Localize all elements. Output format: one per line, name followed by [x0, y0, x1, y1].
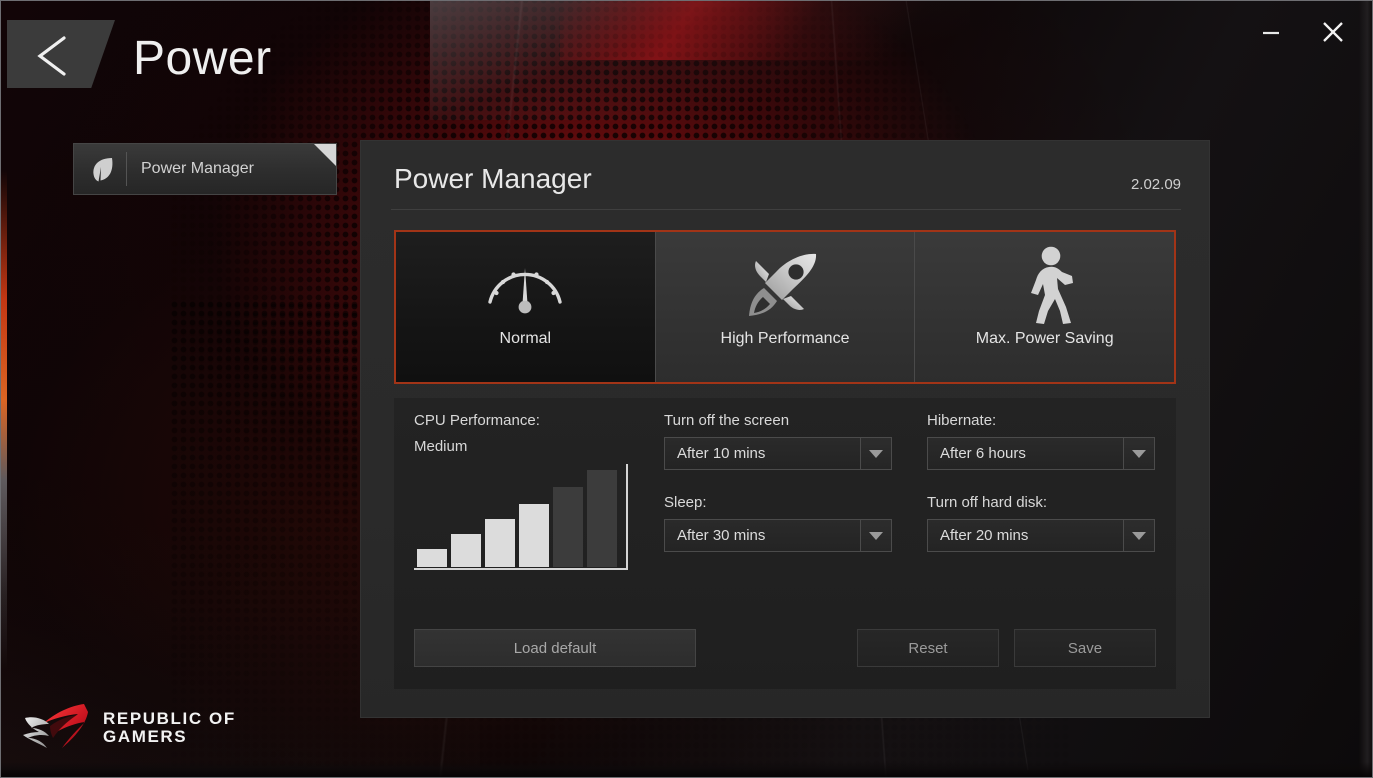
cpu-performance-block: CPU Performance: Medium [414, 412, 642, 570]
cpu-performance-value: Medium [414, 438, 468, 455]
dropdown-value-turn-off-screen: After 10 mins [677, 445, 766, 462]
sidebar: Power Manager [73, 143, 337, 195]
dropdown-value-hibernate: After 6 hours [940, 445, 1026, 462]
background-bottom-edge [0, 762, 1373, 778]
close-icon [1323, 22, 1343, 42]
power-manager-window: Power Power Manager Power Manager 2.02.0… [0, 0, 1373, 778]
chevron-down-icon[interactable] [860, 520, 891, 551]
dropdown-value-sleep: After 30 mins [677, 527, 766, 544]
mode-label-high-performance: High Performance [720, 330, 850, 347]
rog-wordmark: REPUBLIC OF GAMERS [103, 710, 236, 746]
minimize-icon [1263, 31, 1279, 35]
cpu-chart-x-axis [414, 568, 628, 570]
mode-tile-normal[interactable]: Normal [396, 232, 656, 382]
sidebar-divider [126, 152, 127, 186]
background-left-accent-bar [0, 170, 7, 670]
field-turn-off-screen: Turn off the screen After 10 mins [664, 412, 892, 470]
cpu-chart-bar [451, 534, 481, 567]
rog-line-2: GAMERS [103, 727, 188, 746]
rog-branding: REPUBLIC OF GAMERS [22, 702, 236, 754]
cpu-chart-bar [485, 519, 515, 567]
sidebar-item-label: Power Manager [141, 160, 254, 177]
cpu-chart-bar [587, 470, 617, 567]
panel-header: Power Manager 2.02.09 [361, 141, 1209, 213]
walking-person-icon [1005, 238, 1085, 334]
dropdown-sleep[interactable]: After 30 mins [664, 519, 892, 552]
chevron-down-icon[interactable] [860, 438, 891, 469]
mode-label-normal: Normal [499, 330, 552, 347]
field-turn-off-hard-disk: Turn off hard disk: After 20 mins [927, 494, 1155, 552]
dropdown-hibernate[interactable]: After 6 hours [927, 437, 1155, 470]
window-controls [1251, 12, 1353, 52]
mode-label-max-power-saving: Max. Power Saving [975, 330, 1114, 347]
dropdown-turn-off-hard-disk[interactable]: After 20 mins [927, 519, 1155, 552]
dropdown-turn-off-screen[interactable]: After 10 mins [664, 437, 892, 470]
background-right-edge [1359, 0, 1373, 778]
gauge-icon [482, 238, 568, 334]
background-top-red-streak [560, 0, 980, 60]
save-button[interactable]: Save [1014, 629, 1156, 667]
minimize-button[interactable] [1251, 12, 1291, 52]
cpu-chart-bars [417, 467, 617, 567]
rog-line-1: REPUBLIC OF [103, 709, 236, 729]
settings-panel: CPU Performance: Medium Turn off the scr… [394, 398, 1176, 689]
page-title: Power [133, 32, 272, 85]
power-mode-selector: Normal High Performance Max. Power Savin… [394, 230, 1176, 384]
panel-title: Power Manager [394, 163, 592, 194]
cpu-chart-bar [417, 549, 447, 567]
main-panel: Power Manager 2.02.09 Normal High Perfor… [360, 140, 1210, 718]
cpu-chart-bar [519, 504, 549, 567]
mode-tile-max-power-saving[interactable]: Max. Power Saving [915, 232, 1175, 382]
cpu-chart-y-axis [626, 464, 628, 570]
field-label-turn-off-hard-disk: Turn off hard disk: [927, 494, 1048, 511]
cpu-chart-bar [553, 487, 583, 567]
reset-button[interactable]: Reset [857, 629, 999, 667]
field-label-hibernate: Hibernate: [927, 412, 997, 429]
leaf-icon [80, 155, 126, 183]
close-button[interactable] [1313, 12, 1353, 52]
sidebar-item-power-manager[interactable]: Power Manager [73, 143, 337, 195]
field-sleep: Sleep: After 30 mins [664, 494, 892, 552]
version-label: 2.02.09 [1130, 176, 1181, 193]
load-default-button[interactable]: Load default [414, 629, 696, 667]
mode-tile-high-performance[interactable]: High Performance [655, 232, 916, 382]
field-label-turn-off-screen: Turn off the screen [664, 412, 790, 429]
sidebar-corner-fold [314, 144, 336, 166]
chevron-left-icon [37, 36, 66, 76]
rocket-icon [742, 238, 828, 334]
chevron-down-icon[interactable] [1123, 438, 1154, 469]
field-label-sleep: Sleep: [664, 494, 707, 511]
cpu-performance-label: CPU Performance: [414, 412, 540, 429]
dropdown-value-turn-off-hard-disk: After 20 mins [940, 527, 1029, 544]
chevron-down-icon[interactable] [1123, 520, 1154, 551]
cpu-performance-chart [414, 464, 628, 570]
rog-logo-icon [23, 704, 88, 748]
field-hibernate: Hibernate: After 6 hours [927, 412, 1155, 470]
panel-header-divider [391, 209, 1181, 210]
